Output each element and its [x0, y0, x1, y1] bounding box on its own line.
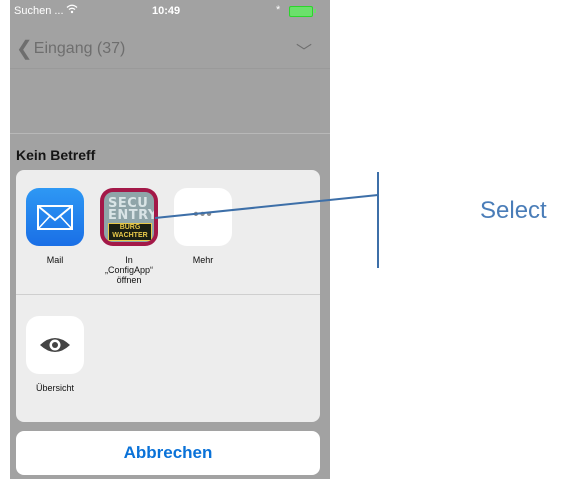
annotation-callout-lines: [154, 172, 379, 268]
annotation-select-label: Select: [480, 197, 547, 224]
callout-pointer-line: [154, 194, 379, 219]
